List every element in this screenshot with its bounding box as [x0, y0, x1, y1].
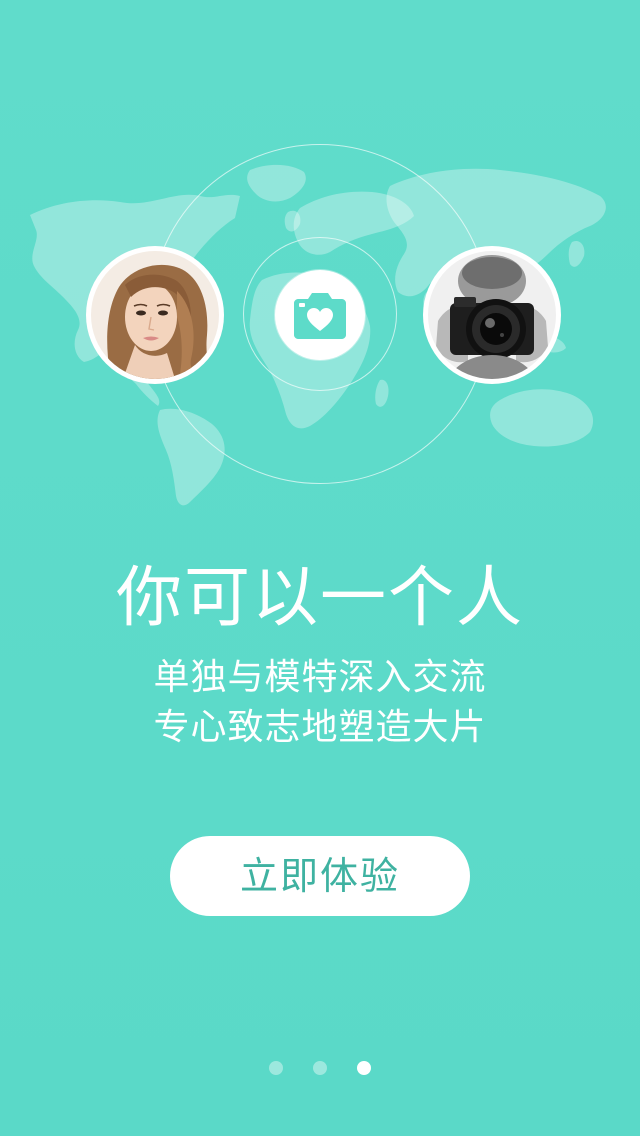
camera-heart-icon: [294, 293, 346, 339]
camera-heart-badge: [275, 270, 365, 360]
page-dot-1[interactable]: [269, 1061, 283, 1075]
photographer-avatar: [423, 246, 561, 384]
headline: 你可以一个人: [116, 559, 524, 636]
try-now-button[interactable]: 立即体验: [170, 836, 470, 916]
page-dot-2[interactable]: [313, 1061, 327, 1075]
subline-second: 专心致志地塑造大片: [153, 707, 487, 748]
hero-illustration: [0, 130, 640, 510]
subline-first: 单独与模特深入交流: [153, 657, 487, 698]
model-avatar: [86, 246, 224, 384]
onboarding-screen: 你可以一个人 单独与模特深入交流 专心致志地塑造大片 立即体验: [0, 0, 640, 1136]
page-dot-3-active[interactable]: [357, 1061, 371, 1075]
photographer-portrait: [428, 251, 556, 379]
model-portrait: [91, 251, 219, 379]
page-indicator: [0, 1061, 640, 1077]
